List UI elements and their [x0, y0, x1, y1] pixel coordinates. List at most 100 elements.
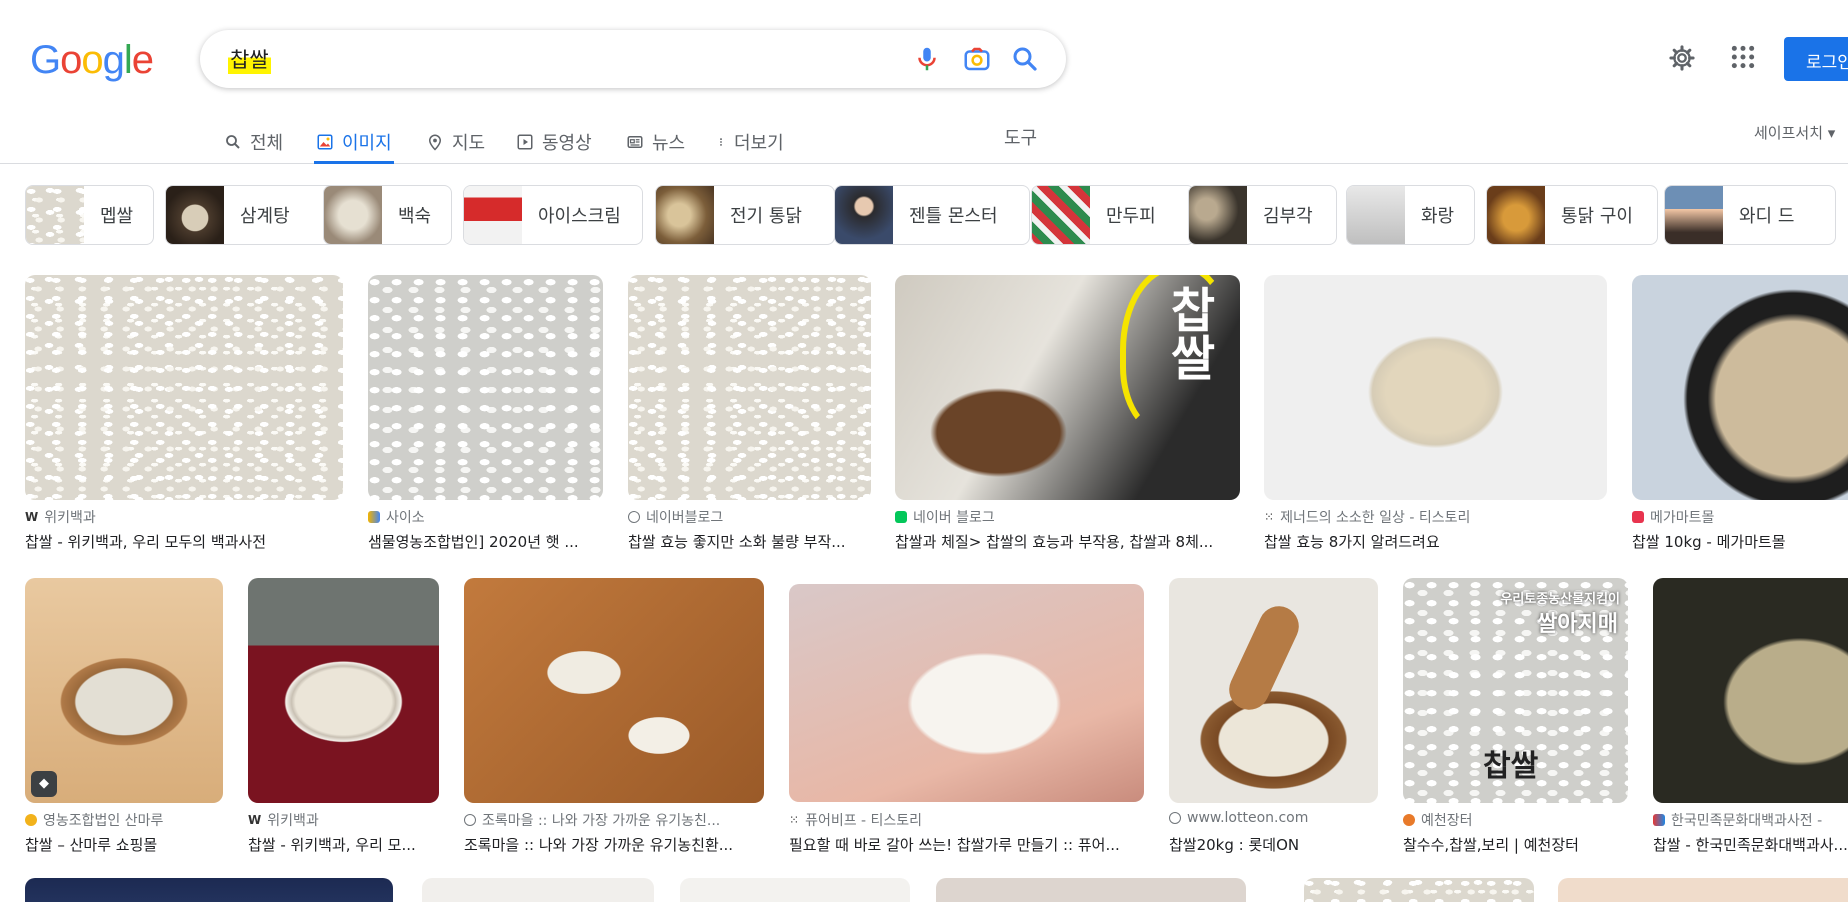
tab-label: 뉴스 — [652, 133, 686, 154]
result-title[interactable]: 찹쌀 - 한국민족문화대백과사... — [1653, 834, 1848, 855]
result-title[interactable]: 찰수수,찹쌀,보리 | 예천장터 — [1403, 834, 1628, 855]
result-image[interactable] — [936, 878, 1246, 902]
result-title[interactable]: 조록마을 :: 나와 가장 가까운 유기농친환... — [464, 834, 764, 855]
source-label: 네이버블로그 — [646, 510, 724, 526]
result-source[interactable]: 영농조합법인 산마루 — [25, 810, 223, 830]
chip-item[interactable]: 멥쌀 — [25, 185, 154, 245]
result-image[interactable]: 우리토종농산물지킴이 쌀아지매 찹쌀 — [1403, 578, 1628, 803]
chip-label: 화랑 — [1421, 206, 1455, 227]
safesearch-menu[interactable]: 세이프서치 ▾ — [1754, 122, 1835, 143]
chip-thumbnail — [656, 186, 714, 244]
result-source[interactable]: 예천장터 — [1403, 810, 1628, 830]
result-image[interactable]: ◆ — [25, 578, 223, 803]
result-title[interactable]: 찹쌀 - 위키백과, 우리 모... — [248, 834, 439, 855]
result-source[interactable]: www.lotteon.com — [1169, 810, 1378, 826]
shopping-tag-icon[interactable]: ◆ — [31, 771, 57, 797]
result-image[interactable]: 찹쌀 — [895, 275, 1240, 500]
result-title[interactable]: 찹쌀 효능 8가지 알려드려요 — [1264, 531, 1607, 552]
logo-letter: g — [102, 38, 125, 82]
result-image[interactable] — [248, 578, 439, 803]
tab-label: 지도 — [452, 133, 486, 154]
result-image[interactable] — [1304, 878, 1534, 902]
result-image[interactable] — [422, 878, 654, 902]
result-source[interactable]: 사이소 — [368, 507, 603, 527]
result-title[interactable]: 찹쌀과 체질> 찹쌀의 효능과 부작용, 찹쌀과 8체... — [895, 531, 1240, 552]
login-button[interactable]: 로그인 — [1784, 37, 1848, 81]
google-logo[interactable]: Google — [30, 38, 154, 83]
tools-button[interactable]: 도구 — [1004, 124, 1037, 150]
chip-item[interactable]: 김부각 — [1188, 185, 1337, 245]
camera-lens-icon[interactable] — [962, 44, 992, 74]
tab-maps[interactable]: 지도 — [426, 124, 485, 160]
microphone-icon[interactable] — [912, 44, 942, 74]
settings-gear-icon[interactable] — [1668, 44, 1696, 72]
result-title[interactable]: 찹쌀 10kg - 메가마트몰 — [1632, 531, 1848, 552]
result-title[interactable]: 찹쌀 효능 좋지만 소화 불량 부작... — [628, 531, 871, 552]
chip-label: 백숙 — [398, 206, 432, 227]
result-image[interactable] — [1169, 578, 1378, 803]
result-image[interactable] — [628, 275, 871, 500]
result-image[interactable] — [1558, 878, 1848, 902]
search-input[interactable]: 찹쌀 — [228, 44, 271, 74]
wooden-scoop — [1222, 599, 1306, 717]
result-source[interactable]: W 위키백과 — [248, 810, 439, 830]
result-image[interactable] — [789, 584, 1144, 802]
tab-news[interactable]: 뉴스 — [626, 124, 685, 160]
result-title[interactable]: 필요할 때 바로 갈아 쓰는! 찹쌀가루 만들기 :: 퓨어... — [789, 834, 1144, 855]
search-icon[interactable] — [1010, 44, 1040, 74]
more-vert-icon — [720, 138, 722, 146]
tab-images[interactable]: 이미지 — [314, 124, 394, 164]
tab-label: 동영상 — [542, 133, 592, 154]
globe-icon — [628, 511, 640, 523]
result-title[interactable]: 찹쌀20kg : 롯데ON — [1169, 834, 1378, 855]
chip-label: 멥쌀 — [100, 206, 134, 227]
image-overlay-text: 찹쌀 — [1483, 749, 1539, 784]
map-pin-icon — [428, 134, 442, 151]
result-source[interactable]: 네이버블로그 — [628, 507, 871, 527]
tab-more[interactable]: 더보기 — [716, 124, 784, 160]
search-box[interactable]: 찹쌀 — [200, 30, 1066, 88]
chip-item[interactable]: 아이스크림 — [463, 185, 643, 245]
chip-item[interactable]: 만두피 — [1031, 185, 1195, 245]
tab-videos[interactable]: 동영상 — [516, 124, 592, 160]
chip-thumbnail — [1032, 186, 1090, 244]
source-label: 사이소 — [386, 510, 425, 526]
chip-thumbnail — [835, 186, 893, 244]
apps-grid-icon[interactable] — [1730, 44, 1756, 70]
video-icon — [517, 134, 533, 150]
chip-item[interactable]: 젠틀 몬스터 — [834, 185, 1030, 245]
result-image[interactable] — [464, 578, 764, 803]
source-label: 네이버 블로그 — [913, 510, 995, 526]
result-image[interactable] — [368, 275, 603, 500]
result-source[interactable]: 조록마을 :: 나와 가장 가까운 유기농친... — [464, 810, 764, 830]
result-image[interactable] — [1632, 275, 1848, 500]
related-search-chips: 멥쌀 삼계탕 백숙 아이스크림 전기 통닭 젠틀 몬스터 만두피 김부각 화랑 … — [25, 185, 1848, 245]
result-title[interactable]: 찹쌀 – 산마루 쇼핑몰 — [25, 834, 223, 855]
result-image[interactable] — [25, 275, 343, 500]
result-source[interactable]: 한국민족문화대백과사전 - — [1653, 810, 1848, 830]
result-title[interactable]: 샘물영농조합법인] 2020년 햇 ... — [368, 531, 603, 552]
chip-item[interactable]: 전기 통닭 — [655, 185, 835, 245]
result-title[interactable]: 찹쌀 - 위키백과, 우리 모두의 백과사전 — [25, 531, 343, 552]
result-source[interactable]: ⁙ 제너드의 소소한 일상 - 티스토리 — [1264, 507, 1607, 527]
tab-all[interactable]: 전체 — [224, 124, 283, 160]
result-source[interactable]: W 위키백과 — [25, 507, 343, 527]
source-label: 영농조합법인 산마루 — [43, 813, 164, 829]
result-source[interactable]: 메가마트몰 — [1632, 507, 1848, 527]
logo-letter: o — [81, 38, 103, 82]
megamart-icon — [1632, 511, 1644, 523]
chip-item[interactable]: 백숙 — [323, 185, 452, 245]
result-image[interactable] — [1653, 578, 1848, 803]
result-source[interactable]: 네이버 블로그 — [895, 507, 1240, 527]
chip-item[interactable]: 와디 드 — [1664, 185, 1836, 245]
tistory-icon: ⁙ — [1264, 510, 1275, 524]
chip-item[interactable]: 삼계탕 — [165, 185, 337, 245]
result-image[interactable] — [680, 878, 910, 902]
chip-item[interactable]: 통닭 구이 — [1486, 185, 1658, 245]
chip-item[interactable]: 화랑 — [1346, 185, 1475, 245]
result-image[interactable] — [25, 878, 393, 902]
source-label: 조록마을 :: 나와 가장 가까운 유기농친... — [482, 813, 721, 829]
result-source[interactable]: ⁙ 퓨어비프 - 티스토리 — [789, 810, 1144, 830]
result-image[interactable] — [1264, 275, 1607, 500]
chip-thumbnail — [1189, 186, 1247, 244]
